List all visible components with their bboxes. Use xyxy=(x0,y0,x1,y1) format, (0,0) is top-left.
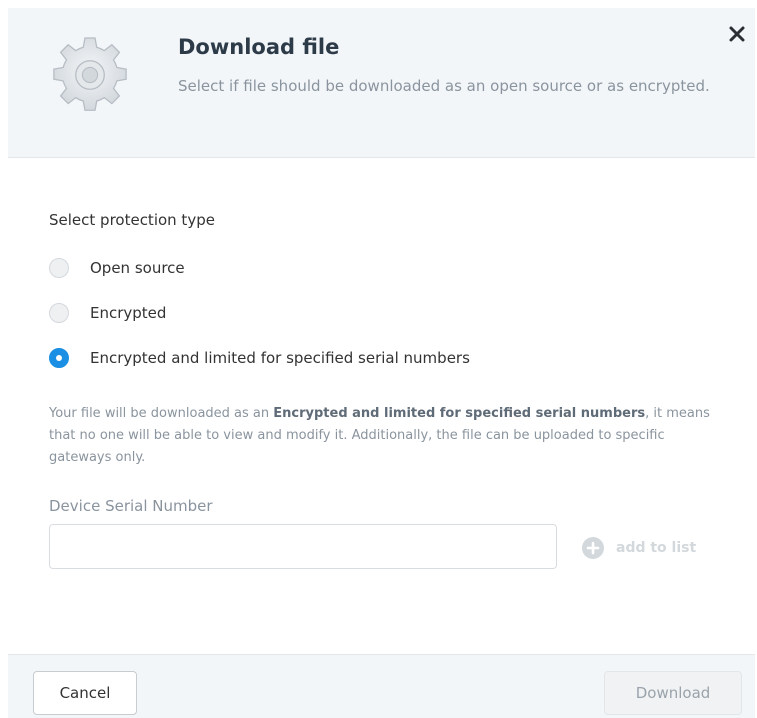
download-button[interactable]: Download xyxy=(604,671,742,715)
add-to-list-button[interactable]: add to list xyxy=(582,536,696,560)
serial-number-label: Device Serial Number xyxy=(49,497,213,515)
radio-button[interactable] xyxy=(49,303,69,323)
radio-label: Encrypted and limited for specified seri… xyxy=(90,349,470,367)
radio-encrypted[interactable]: Encrypted xyxy=(49,301,166,325)
download-file-dialog: Download file Select if file should be d… xyxy=(0,0,757,718)
description-prefix: Your file will be downloaded as an xyxy=(49,406,274,421)
radio-label: Encrypted xyxy=(90,304,167,322)
dialog-subtitle: Select if file should be downloaded as a… xyxy=(178,77,710,95)
radio-button[interactable] xyxy=(49,258,69,278)
radio-label: Open source xyxy=(90,259,185,277)
gear-icon xyxy=(53,37,127,111)
radio-open-source[interactable]: Open source xyxy=(49,256,185,280)
close-icon[interactable] xyxy=(725,22,749,46)
cancel-button[interactable]: Cancel xyxy=(33,671,137,715)
radio-encrypted-limited[interactable]: Encrypted and limited for specified seri… xyxy=(49,346,470,370)
add-to-list-label: add to list xyxy=(616,540,697,556)
dialog-header: Download file Select if file should be d… xyxy=(8,8,755,158)
dialog-title: Download file xyxy=(178,35,340,59)
description-emphasis: Encrypted and limited for specified seri… xyxy=(273,406,646,421)
radio-button-selected[interactable] xyxy=(49,348,69,368)
plus-circle-icon xyxy=(582,537,604,559)
dialog-footer: Cancel Download xyxy=(8,654,755,718)
serial-number-input[interactable] xyxy=(49,524,557,569)
protection-type-label: Select protection type xyxy=(49,211,215,229)
protection-description: Your file will be downloaded as an Encry… xyxy=(49,403,729,469)
